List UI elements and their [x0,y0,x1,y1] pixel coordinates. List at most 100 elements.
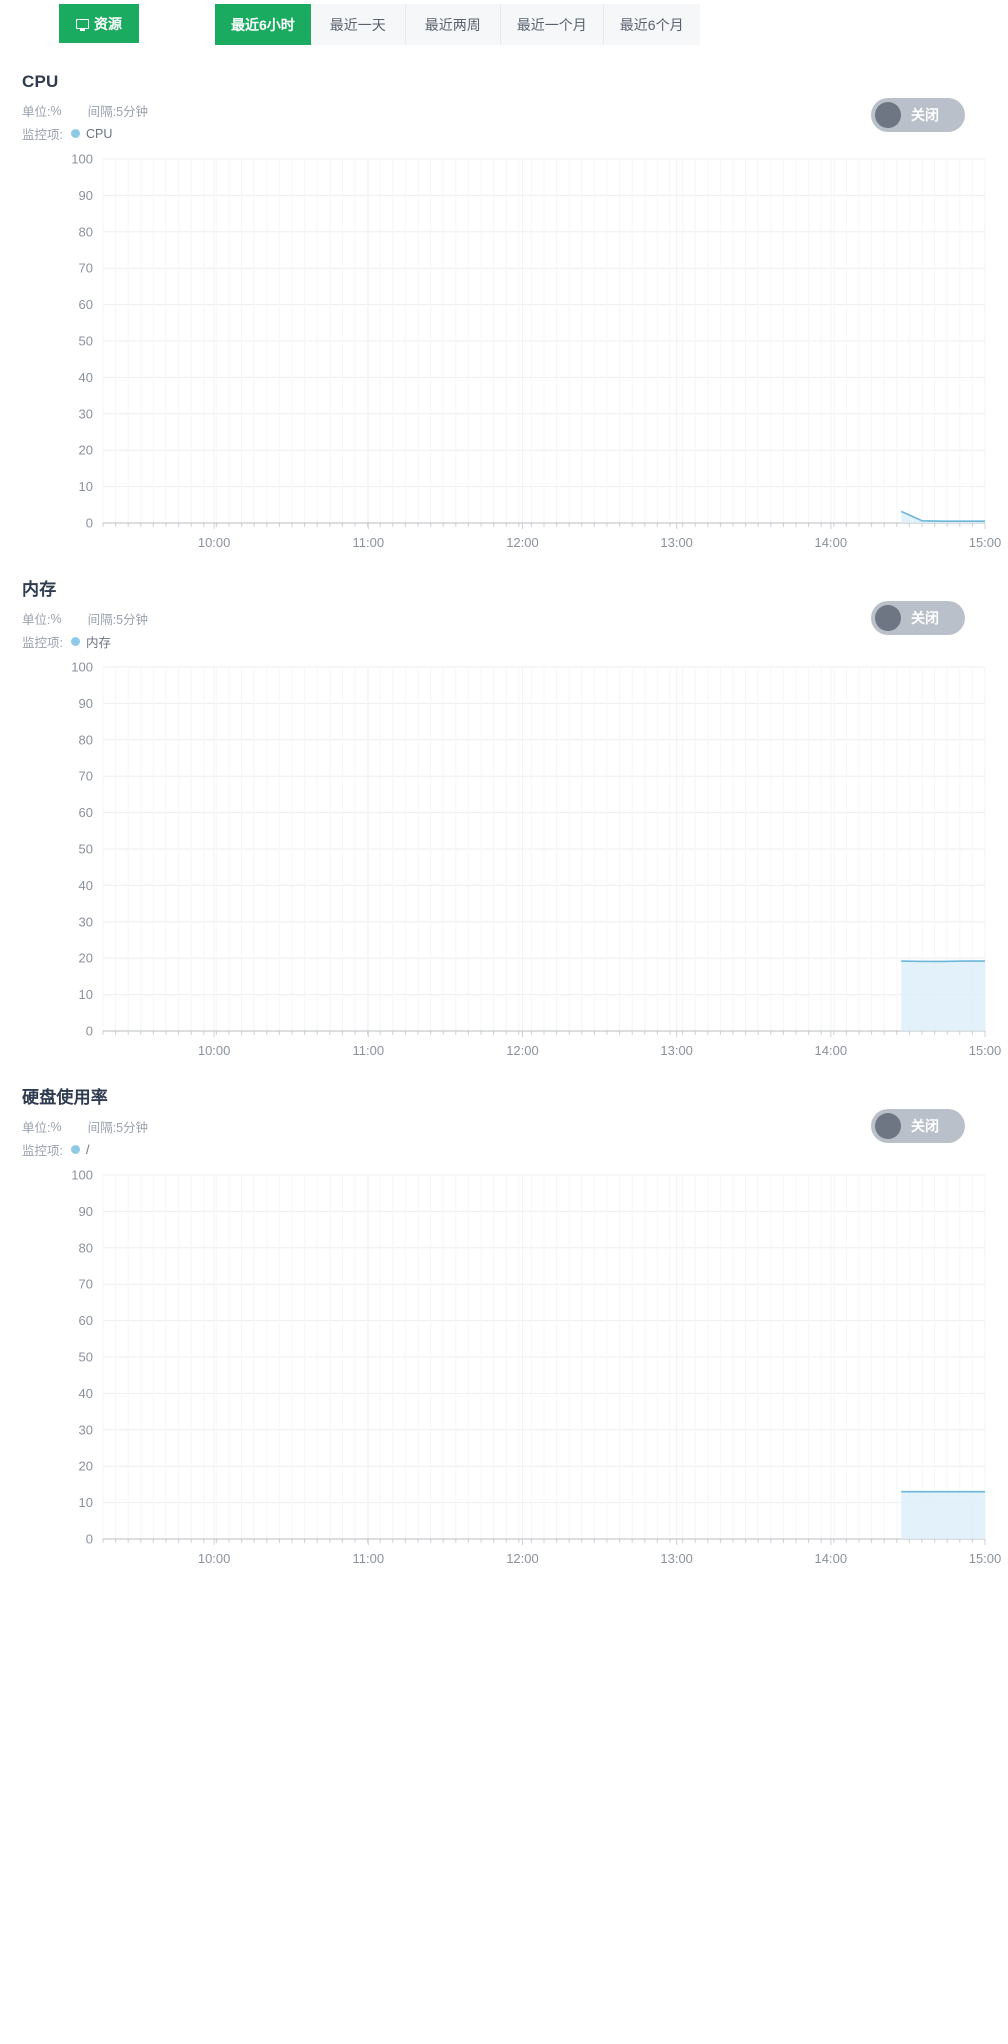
tab-last-6-hours[interactable]: 最近6小时 [215,4,311,45]
panel-meta-disk: 单位: % 间隔: 5分钟 [22,1117,1008,1136]
unit-value-disk: % [50,1119,62,1134]
svg-text:11:00: 11:00 [353,535,385,550]
chart-svg-disk: 0 10 20 30 40 50 60 70 80 90 100 10:00 11:00 12:00 13:… [71,1168,1002,1567]
interval-label-memory: 间隔: [87,613,117,627]
chart-svg-cpu: 0 10 20 30 40 50 60 70 80 90 100 10:00 11:00 12:00 13:… [71,152,1002,551]
panel-memory: 内存 单位: % 间隔: 5分钟 监控项: 内存 关闭 0 10 20 30 40 50 6… [0,575,1008,1069]
svg-text:20: 20 [79,1459,93,1474]
svg-text:0: 0 [86,1532,93,1547]
chart-disk[interactable]: 0 10 20 30 40 50 60 70 80 90 100 10:00 11:00 12:00 13:… [0,1167,1008,1577]
svg-text:13:00: 13:00 [660,1043,693,1058]
toggle-memory[interactable]: 关闭 [871,601,965,635]
svg-text:0: 0 [86,1024,93,1039]
svg-text:50: 50 [79,334,93,349]
svg-text:14:00: 14:00 [815,535,848,550]
chart-memory[interactable]: 0 10 20 30 40 50 60 70 80 90 100 10:00 11:00 12:00 13:… [0,659,1008,1069]
svg-text:12:00: 12:00 [506,535,539,550]
unit-value-memory: % [50,611,62,626]
page-header: 资源 最近6小时 最近一天 最近两周 最近一个月 最近6个月 [0,0,1008,58]
legend-series-name-cpu: CPU [85,126,113,141]
monitor-icon [76,18,89,31]
legend-series-name-disk: / [85,1142,90,1157]
svg-text:40: 40 [79,878,93,893]
svg-text:80: 80 [79,224,93,239]
toggle-knob-icon [875,1113,901,1139]
svg-text:60: 60 [79,297,93,312]
svg-text:15:00: 15:00 [969,1043,1002,1058]
svg-text:40: 40 [79,1386,93,1401]
tab-last-6-months[interactable]: 最近6个月 [604,4,700,45]
toggle-cpu[interactable]: 关闭 [871,98,965,132]
svg-text:12:00: 12:00 [506,1043,539,1058]
tab-last-two-weeks[interactable]: 最近两周 [406,4,501,45]
tab-last-month[interactable]: 最近一个月 [501,4,604,45]
panel-disk: 硬盘使用率 单位: % 间隔: 5分钟 监控项: / 关闭 0 10 20 30 40 5… [0,1083,1008,1577]
svg-text:10:00: 10:00 [198,1043,231,1058]
legend-dot-icon [70,637,80,646]
legend-dot-icon [70,1145,80,1154]
svg-text:20: 20 [79,443,93,458]
tab-last-day[interactable]: 最近一天 [311,4,406,45]
interval-label-disk: 间隔: [87,1121,117,1135]
toggle-disk[interactable]: 关闭 [871,1109,965,1143]
panel-meta-cpu: 单位: % 间隔: 5分钟 [22,101,1008,120]
panel-cpu: CPU 单位: % 间隔: 5分钟 监控项: CPU 关闭 0 10 20 30 40 5… [0,72,1008,561]
svg-text:100: 100 [71,660,93,675]
unit-label-memory: 单位: [22,613,51,627]
svg-text:10: 10 [79,479,93,494]
panel-title-memory: 内存 [22,580,57,599]
svg-text:90: 90 [79,1204,93,1219]
interval-value-disk: 5分钟 [116,1121,149,1135]
legend-series-name-memory: 内存 [85,636,111,650]
chart-svg-memory: 0 10 20 30 40 50 60 70 80 90 100 10:00 11:00 12:00 13:… [71,660,1002,1059]
svg-text:60: 60 [79,1313,93,1328]
svg-text:11:00: 11:00 [353,1043,385,1058]
monitor-label-disk: 监控项: [22,1144,63,1158]
svg-text:90: 90 [79,696,93,711]
svg-text:10: 10 [79,1495,93,1510]
svg-text:50: 50 [79,1350,93,1365]
svg-text:14:00: 14:00 [815,1043,848,1058]
svg-text:12:00: 12:00 [506,1551,539,1566]
svg-text:60: 60 [79,805,93,820]
resource-monitor-page: 资源 最近6小时 最近一天 最近两周 最近一个月 最近6个月 CPU 单位: %… [0,0,1008,1577]
toggle-label-disk: 关闭 [911,1118,939,1134]
panel-meta-memory: 单位: % 间隔: 5分钟 [22,609,1008,628]
svg-text:11:00: 11:00 [353,1551,385,1566]
panel-title-disk: 硬盘使用率 [22,1088,108,1107]
toggle-knob-icon [875,102,901,128]
panel-legend-disk: 监控项: / [22,1140,1008,1159]
svg-text:50: 50 [79,842,93,857]
interval-label-cpu: 间隔: [87,105,117,119]
svg-text:70: 70 [79,769,93,784]
svg-text:90: 90 [79,188,93,203]
interval-value-memory: 5分钟 [116,613,149,627]
svg-text:13:00: 13:00 [660,535,693,550]
panel-legend-memory: 监控项: 内存 [22,632,1008,651]
svg-text:15:00: 15:00 [969,535,1002,550]
panel-legend-cpu: 监控项: CPU [22,124,1008,143]
svg-text:80: 80 [79,1240,93,1255]
svg-text:0: 0 [86,516,93,531]
svg-text:10:00: 10:00 [198,535,231,550]
svg-text:13:00: 13:00 [660,1551,693,1566]
svg-text:30: 30 [79,1422,93,1437]
resource-button-label: 资源 [94,15,122,32]
panel-title-cpu: CPU [22,72,59,91]
legend-dot-icon [70,129,80,138]
svg-text:15:00: 15:00 [969,1551,1002,1566]
monitor-label-cpu: 监控项: [22,128,63,142]
svg-text:20: 20 [79,951,93,966]
svg-text:100: 100 [71,1168,93,1183]
svg-text:30: 30 [79,406,93,421]
monitor-label-memory: 监控项: [22,636,63,650]
svg-text:14:00: 14:00 [815,1551,848,1566]
svg-text:80: 80 [79,732,93,747]
chart-cpu[interactable]: 0 10 20 30 40 50 60 70 80 90 100 10:00 11:00 12:00 13:… [0,151,1008,561]
resource-button[interactable]: 资源 [59,4,139,43]
toggle-label-memory: 关闭 [911,610,939,626]
svg-text:10: 10 [79,987,93,1002]
svg-text:70: 70 [79,1277,93,1292]
interval-value-cpu: 5分钟 [116,105,149,119]
svg-text:100: 100 [71,152,93,167]
